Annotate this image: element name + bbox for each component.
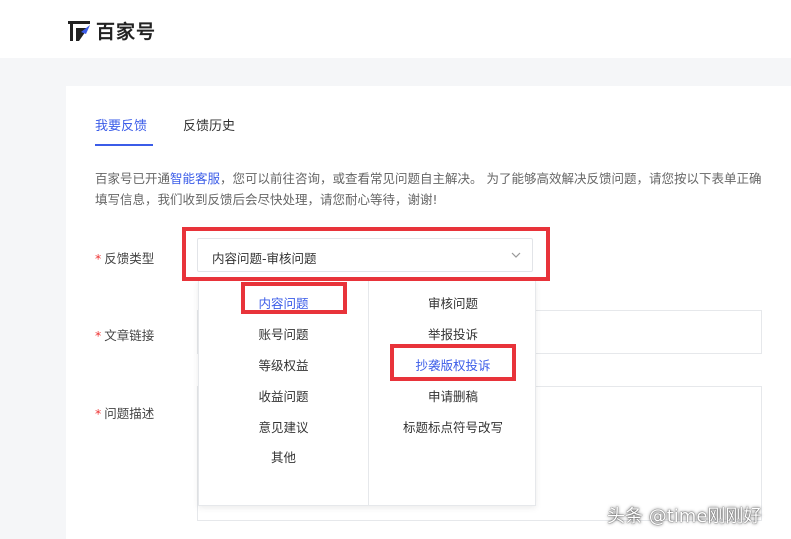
- subcategory-item[interactable]: 申请删稿: [369, 386, 537, 405]
- subcategory-item[interactable]: 审核问题: [369, 293, 537, 312]
- brand-name: 百家号: [96, 21, 157, 43]
- category-item[interactable]: 账号问题: [199, 324, 368, 343]
- feedback-type-dropdown: 内容问题 账号问题 等级权益 收益问题 意见建议 其他 审核问题 举报投诉 抄袭…: [198, 280, 536, 506]
- intro-part1: 百家号已开通: [95, 171, 171, 186]
- watermark-text: 头条 @time刚刚好: [607, 506, 762, 527]
- tab-submit-feedback[interactable]: 我要反馈: [95, 115, 147, 144]
- required-mark: *: [95, 251, 102, 266]
- brand-logo[interactable]: 百家号: [68, 17, 156, 44]
- feedback-type-value: 内容问题-审核问题: [212, 251, 317, 266]
- tab-feedback-history[interactable]: 反馈历史: [183, 115, 235, 144]
- feedback-type-label: * 反馈类型: [95, 248, 154, 267]
- category-item[interactable]: 意见建议: [199, 417, 368, 436]
- feedback-tabs: 我要反馈 反馈历史: [95, 115, 271, 144]
- smart-service-link[interactable]: 智能客服: [170, 171, 220, 186]
- chevron-down-icon: [511, 252, 521, 258]
- category-item[interactable]: 其他: [199, 447, 368, 466]
- required-mark: *: [95, 328, 102, 343]
- feedback-type-label-text: 反馈类型: [104, 251, 155, 266]
- category-item[interactable]: 等级权益: [199, 355, 368, 374]
- intro-text: 百家号已开通智能客服，您可以前往咨询，或查看常见问题自主解决。 为了能够高效解决…: [95, 168, 767, 210]
- category-item[interactable]: 收益问题: [199, 386, 368, 405]
- subcategory-item[interactable]: 举报投诉: [369, 324, 537, 343]
- problem-desc-label-text: 问题描述: [104, 406, 155, 421]
- category-column: 内容问题 账号问题 等级权益 收益问题 意见建议 其他: [199, 281, 369, 505]
- subcategory-item[interactable]: 标题标点符号改写: [369, 417, 537, 436]
- article-link-label-text: 文章链接: [104, 328, 155, 343]
- subcategory-item[interactable]: 抄袭版权投诉: [369, 355, 537, 374]
- top-header: 百家号: [0, 0, 791, 58]
- problem-desc-label: * 问题描述: [95, 403, 154, 422]
- feedback-type-select[interactable]: 内容问题-审核问题: [197, 238, 533, 272]
- baijiahao-logo-icon: [68, 20, 90, 41]
- article-link-label: * 文章链接: [95, 325, 154, 344]
- required-mark: *: [95, 406, 102, 421]
- active-tab-indicator: [95, 144, 153, 146]
- category-item[interactable]: 内容问题: [199, 293, 368, 312]
- subcategory-column: 审核问题 举报投诉 抄袭版权投诉 申请删稿 标题标点符号改写: [369, 281, 537, 505]
